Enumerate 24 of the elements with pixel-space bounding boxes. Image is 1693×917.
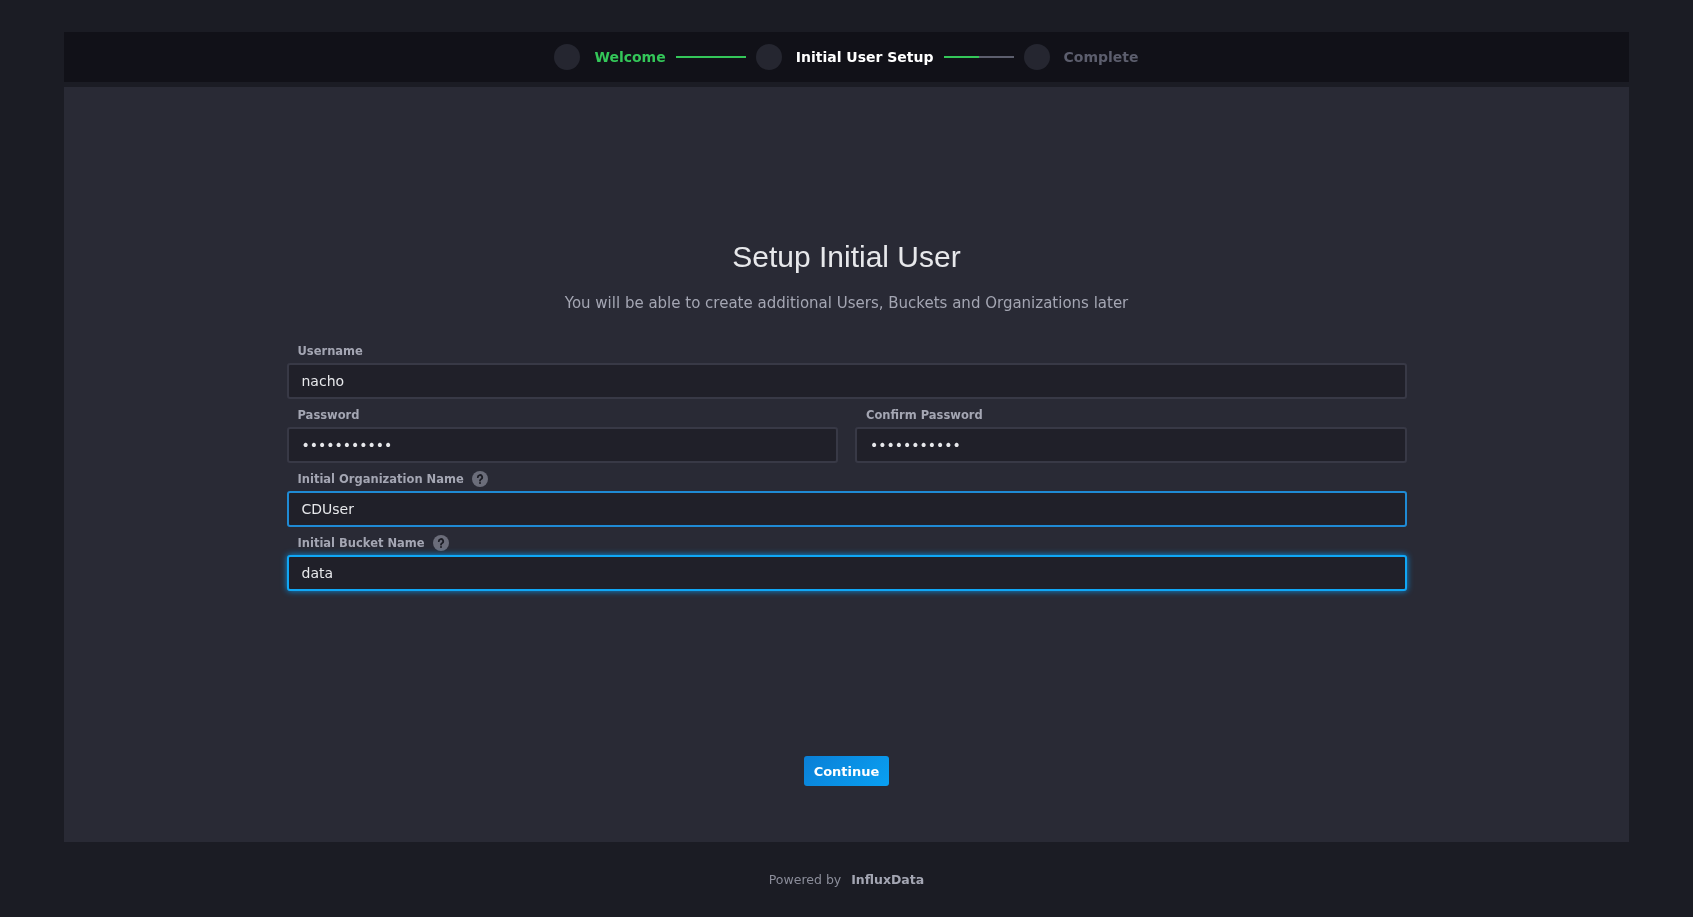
- help-icon[interactable]: [432, 535, 449, 551]
- step-label: Welcome: [594, 49, 666, 65]
- text-input[interactable]: data: [286, 555, 1407, 591]
- text-input[interactable]: •••••••••••: [286, 427, 838, 463]
- text-input[interactable]: nacho: [286, 363, 1407, 399]
- field-label: Password: [297, 408, 360, 422]
- field-label: Initial Organization Name: [297, 472, 464, 486]
- step-circle-icon: [554, 44, 581, 70]
- field-label: Confirm Password: [866, 408, 983, 422]
- step-label: Complete: [1063, 49, 1139, 65]
- step-circle-icon: [1023, 44, 1050, 70]
- step-connector: [943, 56, 1014, 58]
- page-subtitle: You will be able to create additional Users, Buckets and Organizations later: [564, 294, 1129, 312]
- step-circle-icon: [755, 44, 782, 70]
- page-title: Setup Initial User: [732, 240, 961, 274]
- field-label: Username: [297, 344, 363, 358]
- powered-by-text: Powered by: [768, 872, 842, 887]
- field-label: Initial Bucket Name: [297, 536, 425, 550]
- text-input[interactable]: CDUser: [286, 491, 1407, 527]
- text-input[interactable]: •••••••••••: [855, 427, 1407, 463]
- step-connector: [675, 56, 746, 58]
- step-label: Initial User Setup: [795, 49, 934, 65]
- help-icon[interactable]: [471, 471, 488, 487]
- brand-link[interactable]: InfluxData: [851, 872, 925, 887]
